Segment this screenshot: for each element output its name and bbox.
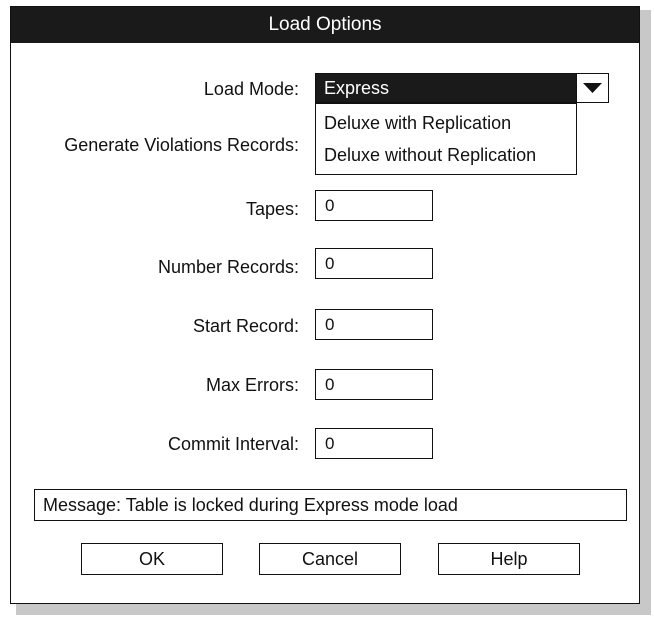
- start-record-input[interactable]: 0: [315, 309, 433, 340]
- dialog-title: Load Options: [11, 7, 639, 43]
- load-mode-select[interactable]: Express: [315, 73, 609, 103]
- dropdown-toggle-button[interactable]: [576, 74, 608, 102]
- commit-interval-label: Commit Interval:: [167, 434, 299, 454]
- ok-button[interactable]: OK: [81, 543, 223, 575]
- dropdown-option-deluxe-without-replication[interactable]: Deluxe without Replication: [324, 144, 536, 166]
- status-message: Message: Table is locked during Express …: [34, 489, 627, 521]
- load-mode-label: Load Mode:: [203, 79, 299, 99]
- tapes-input[interactable]: 0: [315, 190, 433, 221]
- number-records-label: Number Records:: [157, 257, 299, 277]
- commit-interval-input[interactable]: 0: [315, 428, 433, 459]
- cancel-button[interactable]: Cancel: [259, 543, 401, 575]
- load-mode-dropdown-list: Deluxe with Replication Deluxe without R…: [315, 103, 577, 175]
- triangle-down-icon: [583, 83, 602, 93]
- tapes-label: Tapes:: [245, 199, 299, 219]
- generate-violations-records-label: Generate Violations Records:: [64, 135, 299, 155]
- load-options-dialog: Load Options Load Mode: Express Deluxe w…: [10, 6, 640, 604]
- max-errors-label: Max Errors:: [205, 375, 299, 395]
- max-errors-input[interactable]: 0: [315, 369, 433, 400]
- load-mode-selected-value[interactable]: Express: [316, 74, 576, 102]
- help-button[interactable]: Help: [438, 543, 580, 575]
- number-records-input[interactable]: 0: [315, 248, 433, 279]
- start-record-label: Start Record:: [192, 316, 299, 336]
- dropdown-option-deluxe-with-replication[interactable]: Deluxe with Replication: [324, 112, 511, 134]
